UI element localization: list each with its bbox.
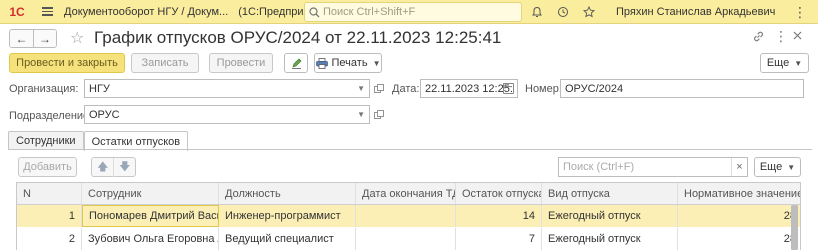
table-more-label: Еще — [759, 161, 783, 173]
date-label: Дата: — [392, 83, 420, 95]
tab-vacation-balances[interactable]: Остатки отпусков — [83, 131, 189, 151]
forward-arrow-icon[interactable]: → — [33, 30, 56, 47]
tab-divider — [8, 149, 812, 150]
current-user[interactable]: Пряхин Станислав Аркадьевич — [616, 0, 775, 24]
close-icon[interactable] — [792, 29, 803, 44]
link-icon[interactable] — [752, 30, 765, 46]
favorites-star-icon[interactable] — [582, 5, 596, 19]
cell-type: Ежегодный отпуск — [542, 205, 678, 227]
column-header-balance[interactable]: Остаток отпуска — [456, 183, 542, 204]
form-menu-icon[interactable]: ⋮ — [774, 28, 788, 45]
history-icon[interactable] — [556, 5, 570, 19]
arrow-up-icon[interactable]: 🡅 — [92, 158, 113, 177]
cell-end-date — [356, 228, 456, 250]
add-row-button[interactable]: Добавить — [18, 157, 77, 177]
chevron-down-icon: ▼ — [372, 58, 381, 68]
global-search-field[interactable] — [304, 2, 522, 22]
system-menu-icon[interactable]: ⋮ — [788, 0, 812, 24]
table-scrollbar-thumb[interactable] — [791, 205, 798, 250]
cell-n: 1 — [17, 205, 82, 227]
cell-type: Ежегодный отпуск — [542, 228, 678, 250]
number-label: Номер: — [525, 83, 562, 95]
table-row[interactable]: 2 Зубович Ольга Егоровна /... Ведущий сп… — [17, 228, 800, 250]
organization-field[interactable]: НГУ ▼ — [84, 79, 370, 98]
chevron-down-icon: ▼ — [787, 162, 796, 172]
calendar-icon[interactable] — [503, 83, 514, 94]
cell-end-date — [356, 205, 456, 227]
main-menu-icon[interactable] — [34, 0, 60, 24]
table-more-button[interactable]: Еще ▼ — [754, 157, 801, 177]
form-title: График отпусков ОРУС/2024 от 22.11.2023 … — [94, 28, 502, 47]
table-row[interactable]: 1 Пономарев Дмитрий Васи... Инженер-прог… — [17, 205, 800, 227]
favorite-star-icon[interactable]: ☆ — [70, 28, 84, 48]
column-header-n[interactable]: N — [17, 183, 82, 204]
date-value: 22.11.2023 12:25: — [425, 82, 513, 95]
date-field[interactable]: 22.11.2023 12:25: — [420, 79, 518, 98]
more-button[interactable]: Еще ▼ — [760, 53, 809, 73]
table-search-field[interactable]: × — [558, 157, 748, 177]
cell-balance: 14 — [456, 205, 542, 227]
search-icon — [309, 6, 320, 17]
cell-employee: Зубович Ольга Егоровна /... — [82, 228, 219, 250]
table-header: N Сотрудник Должность Дата окончания ТД … — [17, 183, 800, 205]
pen-icon — [291, 58, 301, 69]
organization-label: Организация: — [9, 83, 79, 95]
print-button[interactable]: Печать ▼ — [314, 53, 382, 73]
app-logo[interactable]: 1С — [0, 0, 34, 24]
topbar-icons — [530, 0, 596, 24]
table-search-input[interactable] — [563, 161, 723, 173]
chevron-down-icon[interactable]: ▼ — [357, 84, 365, 93]
tab-employees[interactable]: Сотрудники — [8, 131, 84, 150]
bell-icon[interactable] — [530, 5, 544, 19]
arrow-down-icon[interactable]: 🡇 — [113, 157, 135, 177]
column-header-employee[interactable]: Сотрудник — [82, 183, 219, 204]
cell-employee[interactable]: Пономарев Дмитрий Васи... — [82, 205, 219, 227]
vacation-balances-table: N Сотрудник Должность Дата окончания ТД … — [16, 182, 801, 250]
cell-position: Инженер-программист — [219, 205, 356, 227]
save-button[interactable]: Записать — [131, 53, 199, 73]
cell-norm: 28 — [783, 210, 796, 222]
number-field[interactable]: ОРУС/2024 — [560, 79, 804, 98]
column-header-type[interactable]: Вид отпуска — [542, 183, 678, 204]
department-field[interactable]: ОРУС ▼ — [84, 105, 370, 124]
global-search-input[interactable] — [323, 6, 513, 18]
cell-balance: 7 — [456, 228, 542, 250]
chevron-down-icon: ▼ — [794, 58, 803, 68]
move-buttons: 🡅 🡇 — [91, 157, 136, 177]
app-title: Документооборот НГУ / Докум... — [64, 5, 229, 18]
organization-value: НГУ — [89, 82, 110, 95]
cell-norm: 28 — [783, 233, 796, 245]
chevron-down-icon[interactable]: ▼ — [357, 110, 365, 119]
clear-search-icon[interactable]: × — [731, 158, 747, 176]
print-label: Печать — [331, 57, 368, 69]
tab-bar: Сотрудники Остатки отпусков — [8, 131, 189, 151]
column-header-end-date[interactable]: Дата окончания ТД — [356, 183, 456, 204]
post-and-close-button[interactable]: Провести и закрыть — [9, 53, 125, 73]
cell-position: Ведущий специалист — [219, 228, 356, 250]
post-button[interactable]: Провести — [209, 53, 273, 73]
department-value: ОРУС — [89, 108, 120, 121]
open-organization-icon[interactable] — [372, 82, 385, 95]
back-arrow-icon[interactable]: ← — [10, 30, 33, 47]
cell-n: 2 — [17, 228, 82, 250]
number-value: ОРУС/2024 — [565, 82, 624, 95]
open-department-icon[interactable] — [372, 108, 385, 121]
structure-button[interactable] — [284, 53, 308, 73]
history-nav: ← → — [9, 29, 57, 48]
printer-icon — [315, 57, 328, 69]
column-header-norm[interactable]: Нормативное значение — [678, 183, 800, 204]
more-label: Еще — [766, 57, 790, 69]
department-label: Подразделение: — [9, 110, 93, 122]
column-header-position[interactable]: Должность — [219, 183, 356, 204]
